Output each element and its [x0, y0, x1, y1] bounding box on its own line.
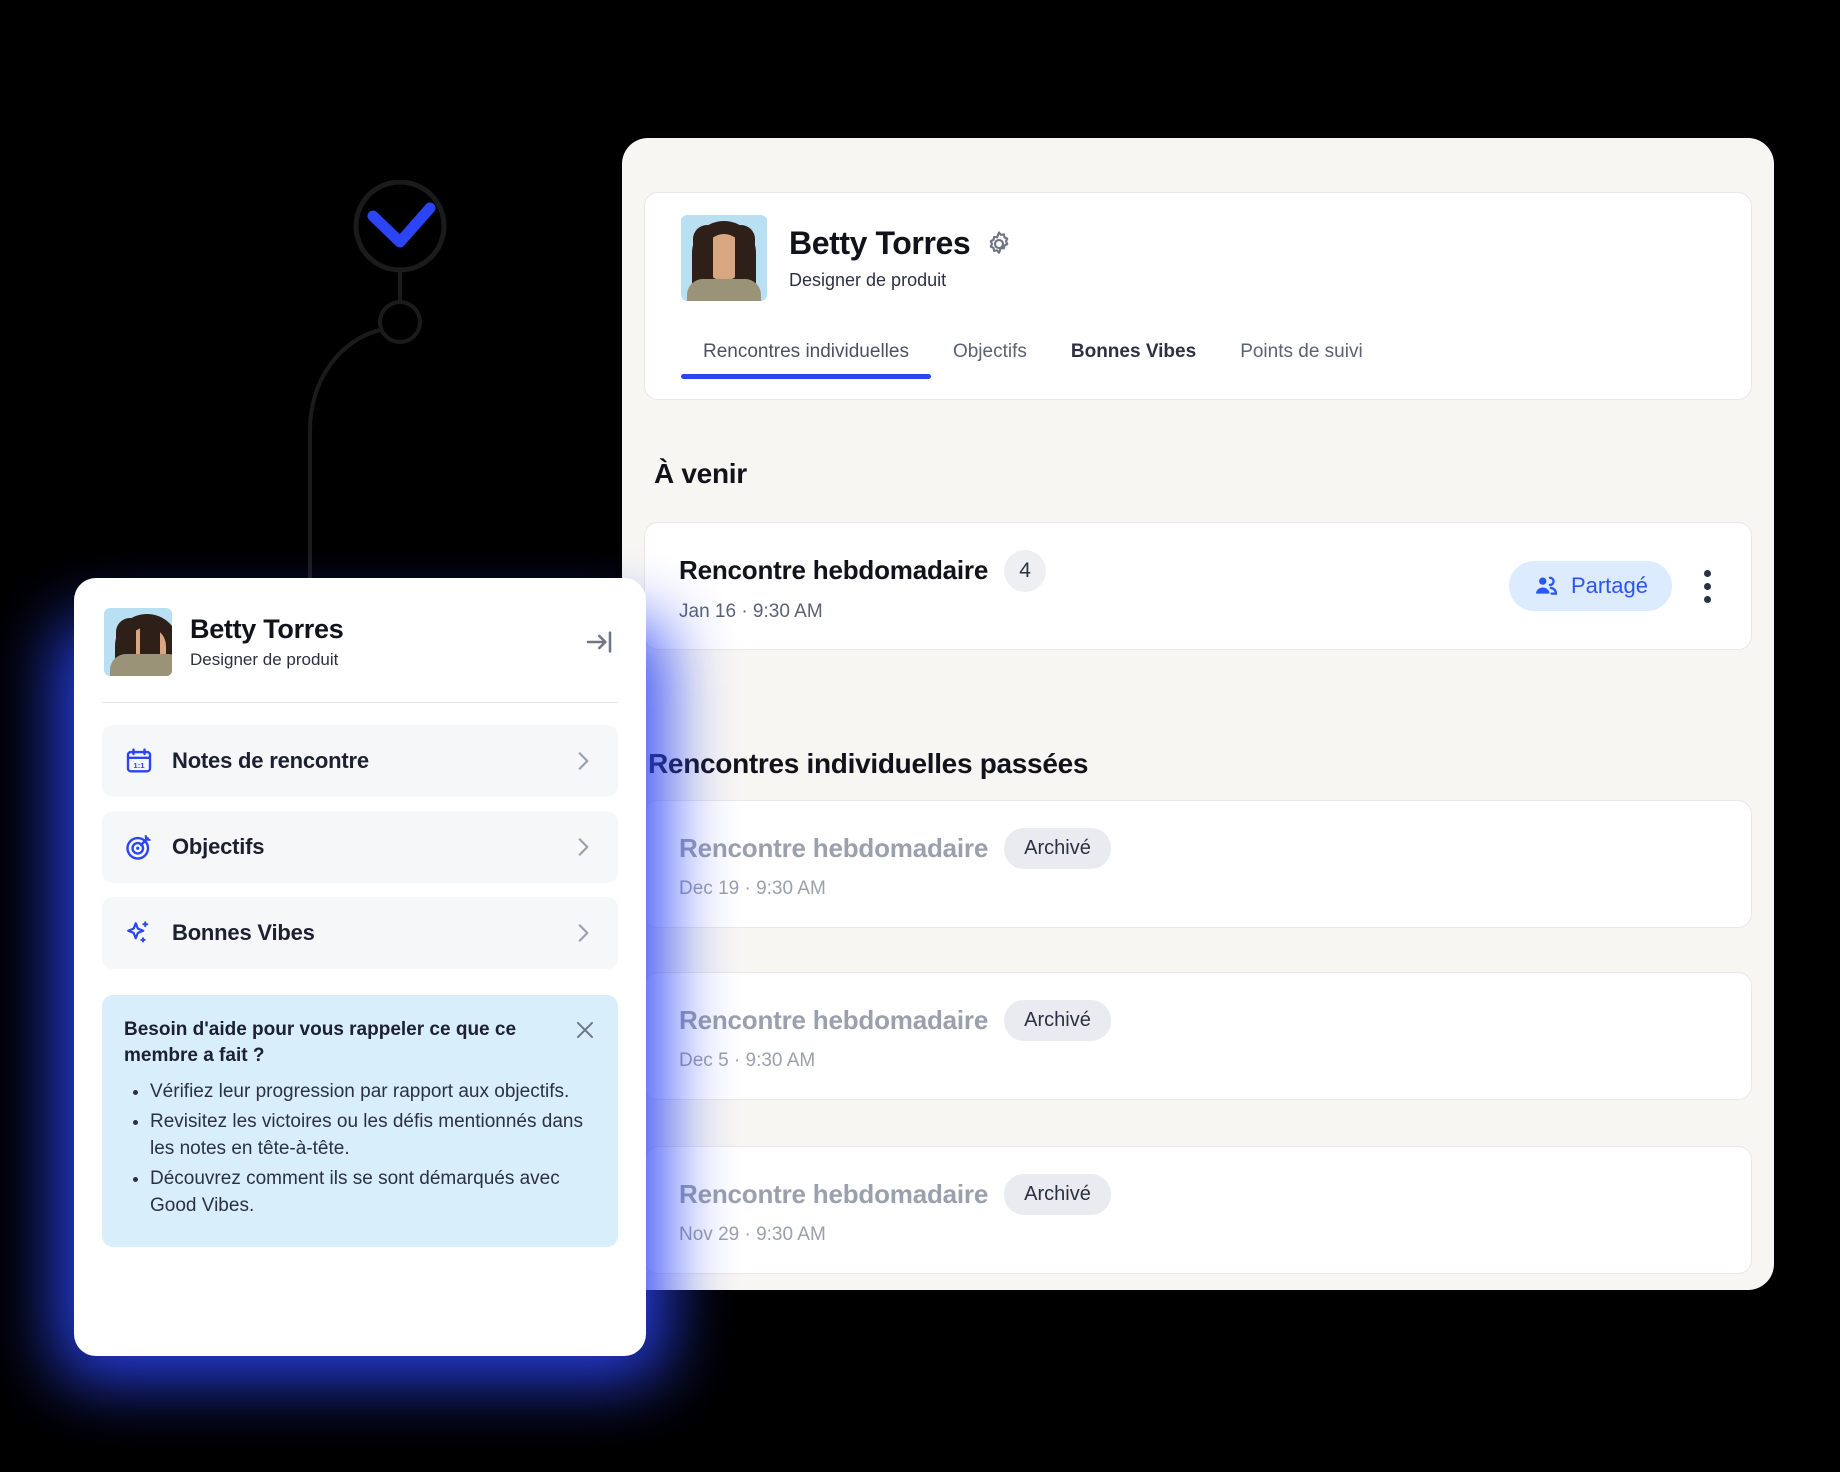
note-count-badge: 4 [1004, 549, 1047, 592]
profile-role: Designer de produit [789, 270, 947, 290]
panel-header: Betty Torres Designer de produit [74, 578, 646, 676]
shared-badge[interactable]: Partagé [1508, 561, 1672, 611]
member-detail-panel: Betty Torres Designer de produit 1:1 Not… [74, 578, 646, 1356]
gear-icon[interactable] [984, 229, 1014, 259]
upcoming-meeting-row[interactable]: Rencontre hebdomadaire 4 Jan 16 · 9:30 A… [644, 522, 1752, 650]
menu-item-label: Notes de rencontre [172, 748, 369, 773]
menu-item-notes-de-rencontre[interactable]: 1:1 Notes de rencontre [102, 725, 618, 797]
past-meeting-row[interactable]: Rencontre hebdomadaire Archivé Nov 29 · … [644, 1146, 1752, 1274]
check-circle-outline [353, 180, 447, 273]
target-icon [126, 834, 151, 860]
section-title-upcoming: À venir [654, 458, 747, 489]
chevron-right-icon [578, 838, 589, 856]
past-meeting-row[interactable]: Rencontre hebdomadaire Archivé Dec 5 · 9… [644, 972, 1752, 1100]
tip-bullet: Revisitez les victoires ou les défis men… [150, 1109, 596, 1163]
menu-item-objectifs[interactable]: Objectifs [102, 811, 618, 883]
tip-title: Besoin d'aide pour vous rappeler ce que … [124, 1019, 517, 1067]
check-icon [367, 202, 436, 248]
decorative-check-graphic [308, 180, 447, 600]
meeting-date: Jan 16 · 9:30 AM [679, 600, 823, 622]
small-circle-node [378, 300, 422, 344]
svg-text:1:1: 1:1 [133, 761, 145, 770]
tab-bonnes-vibes[interactable]: Bonnes Vibes [1049, 341, 1218, 379]
avatar [681, 215, 767, 301]
meeting-title: Rencontre hebdomadaire [679, 555, 989, 585]
kebab-menu-icon[interactable] [1698, 564, 1717, 609]
chevron-right-icon [578, 924, 589, 942]
menu-item-label: Objectifs [172, 834, 265, 859]
page-title: Betty Torres [789, 225, 971, 261]
tip-bullet: Découvrez comment ils se sont démarqués … [150, 1166, 596, 1220]
meeting-info: Rencontre hebdomadaire 4 Jan 16 · 9:30 A… [679, 549, 1047, 623]
meeting-date: Dec 5 · 9:30 AM [679, 1050, 816, 1071]
tab-bar: Rencontres individuelles Objectifs Bonne… [645, 321, 1751, 379]
panel-role: Designer de produit [190, 650, 339, 669]
meeting-info: Rencontre hebdomadaire Archivé Nov 29 · … [679, 1174, 1111, 1246]
tab-objectifs[interactable]: Objectifs [931, 341, 1049, 379]
panel-profile-text: Betty Torres Designer de produit [190, 614, 344, 670]
tab-rencontres-individuelles[interactable]: Rencontres individuelles [681, 341, 931, 379]
status-badge: Archivé [1004, 1000, 1111, 1041]
name-line: Betty Torres [789, 225, 1014, 262]
menu-item-label: Bonnes Vibes [172, 920, 315, 945]
status-badge: Archivé [1004, 828, 1111, 869]
meeting-title-line: Rencontre hebdomadaire 4 [679, 549, 1047, 592]
help-tip-box: Besoin d'aide pour vous rappeler ce que … [102, 995, 618, 1248]
meeting-info: Rencontre hebdomadaire Archivé Dec 5 · 9… [679, 1000, 1111, 1072]
meeting-actions: Partagé [1508, 561, 1717, 611]
meeting-title: Rencontre hebdomadaire [679, 833, 989, 863]
menu-item-bonnes-vibes[interactable]: Bonnes Vibes [102, 897, 618, 969]
tip-bullet-list: Vérifiez leur progression par rapport au… [150, 1079, 596, 1220]
meeting-date: Nov 29 · 9:30 AM [679, 1224, 826, 1245]
collapse-panel-icon[interactable] [584, 626, 616, 658]
meeting-title-line: Rencontre hebdomadaire Archivé [679, 1174, 1111, 1215]
meeting-title: Rencontre hebdomadaire [679, 1005, 989, 1035]
close-icon[interactable] [572, 1017, 598, 1043]
section-title-past: Rencontres individuelles passées [648, 748, 1089, 779]
meeting-title-line: Rencontre hebdomadaire Archivé [679, 828, 1111, 869]
tip-bullet: Vérifiez leur progression par rapport au… [150, 1079, 596, 1106]
screenshot-root: Betty Torres Designer de produit Rencont… [0, 0, 1840, 1472]
calendar-1on1-icon: 1:1 [126, 748, 152, 773]
status-badge: Archivé [1004, 1174, 1111, 1215]
panel-title: Betty Torres [190, 614, 344, 644]
tab-points-de-suivi[interactable]: Points de suivi [1218, 341, 1385, 379]
profile-text: Betty Torres Designer de produit [789, 225, 1014, 291]
profile-row: Betty Torres Designer de produit [645, 193, 1751, 301]
sparkles-icon [127, 921, 149, 943]
profile-header-card: Betty Torres Designer de produit Rencont… [644, 192, 1752, 400]
meeting-info: Rencontre hebdomadaire Archivé Dec 19 · … [679, 828, 1111, 900]
past-meeting-row[interactable]: Rencontre hebdomadaire Archivé Dec 19 · … [644, 800, 1752, 928]
meeting-title-line: Rencontre hebdomadaire Archivé [679, 1000, 1111, 1041]
avatar [104, 608, 172, 676]
people-icon [1535, 576, 1558, 595]
panel-menu: 1:1 Notes de rencontre Objectifs Bonnes … [74, 703, 646, 969]
shared-label: Partagé [1570, 573, 1648, 598]
chevron-right-icon [578, 752, 589, 770]
meeting-date: Dec 19 · 9:30 AM [679, 878, 826, 899]
meeting-title: Rencontre hebdomadaire [679, 1179, 989, 1209]
curved-path [308, 328, 381, 600]
